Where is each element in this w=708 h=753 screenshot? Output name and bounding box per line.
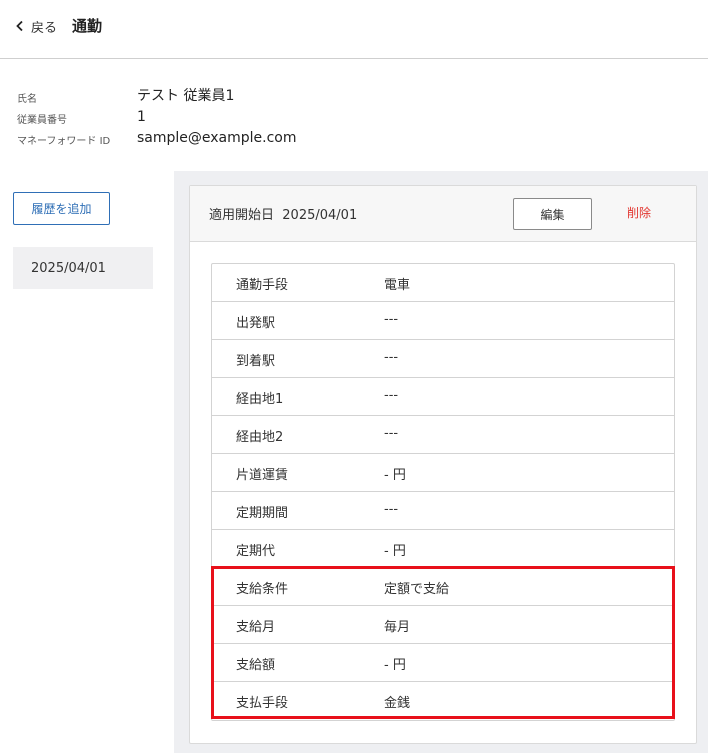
detail-row-arrival-station: 到着駅 ---: [212, 340, 674, 378]
main-panel: 適用開始日 2025/04/01 編集 削除 通勤手段 電車 出発駅 --- 到…: [174, 171, 708, 753]
row-value: ---: [384, 426, 399, 441]
detail-row-one-way-fare: 片道運賃 - 円: [212, 454, 674, 492]
row-value: ---: [384, 502, 399, 517]
mf-id-value: sample@example.com: [137, 130, 297, 146]
row-label: 定期代: [236, 544, 276, 559]
history-item[interactable]: 2025/04/01: [13, 247, 153, 289]
card-header: 適用開始日 2025/04/01 編集 削除: [190, 186, 696, 242]
row-label: 支払手段: [236, 696, 289, 711]
detail-row-pass-cost: 定期代 - 円: [212, 530, 674, 568]
employee-number-value: 1: [137, 109, 146, 125]
detail-row-payment-condition: 支給条件 定額で支給: [212, 568, 674, 606]
row-label: 経由地2: [236, 430, 284, 445]
detail-table: 通勤手段 電車 出発駅 --- 到着駅 --- 経由地1 --- 経由地2 --…: [211, 263, 675, 721]
start-date-value: 2025/04/01: [282, 208, 358, 223]
row-value: ---: [384, 350, 399, 365]
employee-name-label: 氏名: [17, 94, 37, 105]
row-label: 支給額: [236, 658, 276, 673]
back-link[interactable]: 戻る: [15, 15, 57, 37]
row-value: ---: [384, 388, 399, 403]
row-label: 通勤手段: [236, 278, 289, 293]
row-label: 経由地1: [236, 392, 284, 407]
employee-number-label: 従業員番号: [17, 115, 67, 126]
row-label: 片道運賃: [236, 468, 289, 483]
page-title: 通勤: [72, 17, 103, 35]
edit-button[interactable]: 編集: [513, 198, 592, 230]
page-header: 戻る 通勤: [0, 0, 708, 59]
detail-row-payment-method: 支払手段 金銭: [212, 682, 674, 720]
detail-row-pass-period: 定期期間 ---: [212, 492, 674, 530]
commute-record-card: 適用開始日 2025/04/01 編集 削除 通勤手段 電車 出発駅 --- 到…: [189, 185, 697, 744]
delete-button[interactable]: 削除: [627, 204, 651, 221]
detail-row-via-2: 経由地2 ---: [212, 416, 674, 454]
row-value: 毎月: [384, 620, 411, 635]
add-history-button[interactable]: 履歴を追加: [13, 192, 110, 225]
detail-row-payment-amount: 支給額 - 円: [212, 644, 674, 682]
row-value: - 円: [384, 468, 406, 483]
row-label: 出発駅: [236, 316, 276, 331]
start-date-label: 適用開始日: [209, 208, 275, 223]
detail-row-commute-method: 通勤手段 電車: [212, 264, 674, 302]
detail-row-via-1: 経由地1 ---: [212, 378, 674, 416]
mf-id-label: マネーフォワード ID: [17, 136, 111, 147]
row-value: - 円: [384, 544, 406, 559]
row-value: ---: [384, 312, 399, 327]
row-label: 到着駅: [236, 354, 276, 369]
row-value: 金銭: [384, 696, 411, 711]
chevron-left-icon: [16, 20, 23, 32]
row-value: 電車: [384, 278, 411, 293]
row-value: - 円: [384, 658, 406, 673]
start-date: 適用開始日 2025/04/01: [209, 204, 357, 223]
back-link-label: 戻る: [31, 20, 58, 36]
employee-name-value: テスト 従業員1: [137, 88, 235, 104]
detail-row-departure-station: 出発駅 ---: [212, 302, 674, 340]
row-label: 定期期間: [236, 506, 289, 521]
detail-row-payment-month: 支給月 毎月: [212, 606, 674, 644]
row-label: 支給月: [236, 620, 276, 635]
row-value: 定額で支給: [384, 582, 450, 597]
row-label: 支給条件: [236, 582, 289, 597]
